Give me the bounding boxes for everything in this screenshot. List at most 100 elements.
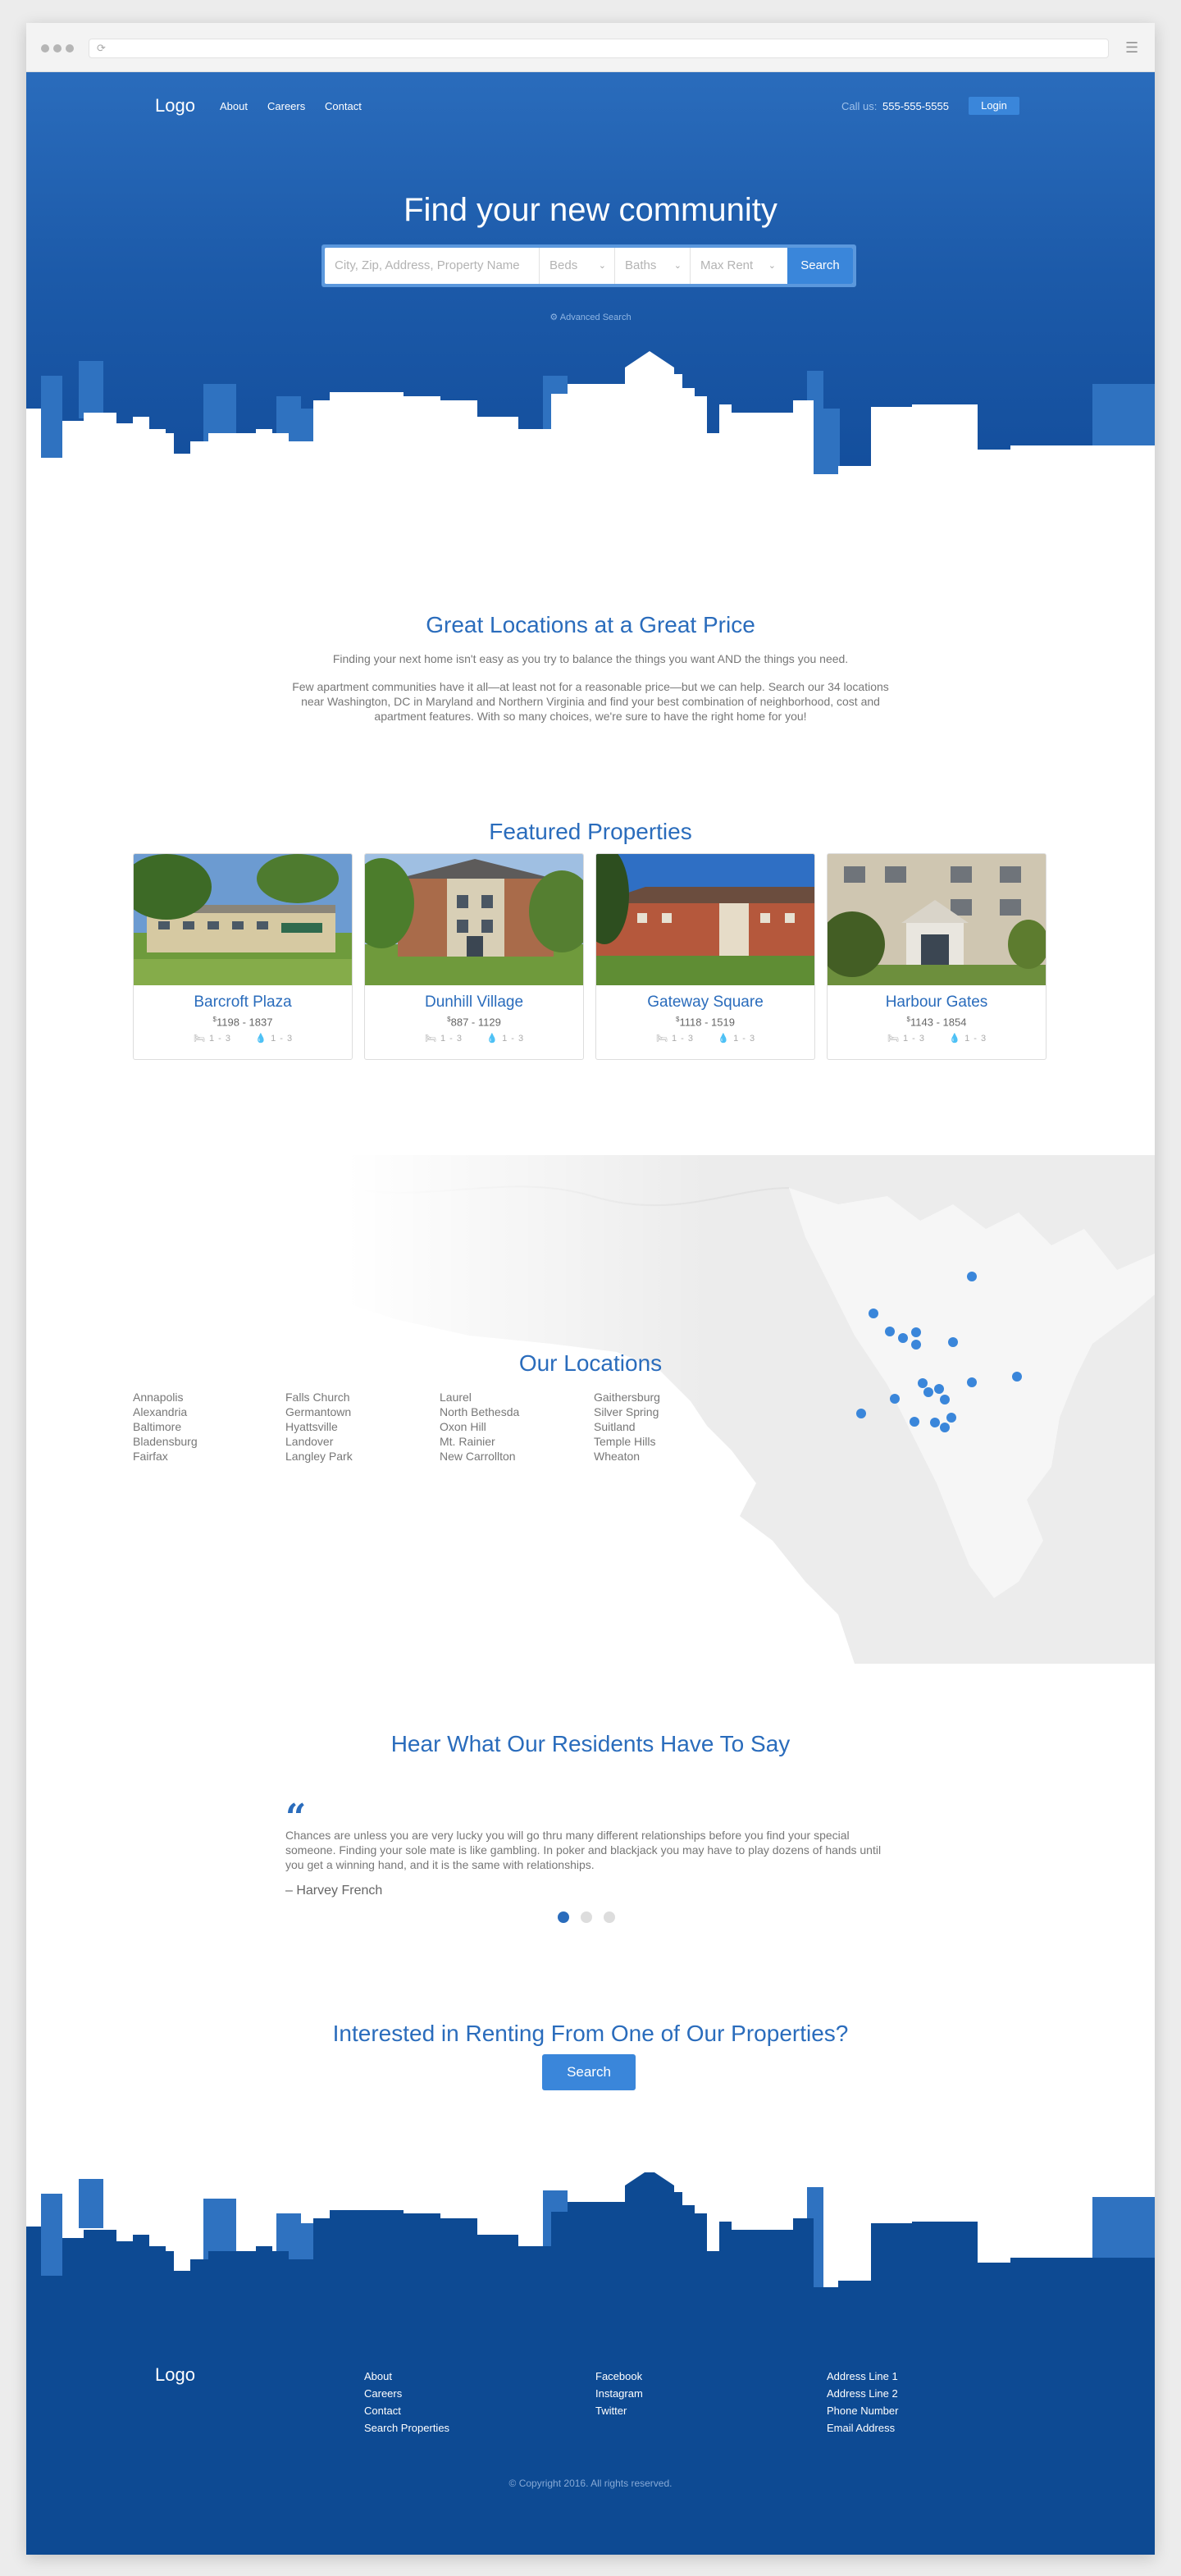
chevron-down-icon: ⌄: [673, 261, 682, 271]
property-card-harbour-gates[interactable]: Harbour Gates $1143 - 1854 🛏 1 - 3 💧 1 -…: [827, 853, 1046, 1060]
testimonials-title: Hear What Our Residents Have To Say: [390, 1731, 791, 1756]
footer-link-twitter[interactable]: Twitter: [595, 2402, 643, 2419]
footer-link-about[interactable]: About: [364, 2368, 449, 2385]
phone-number[interactable]: 555-555-5555: [882, 100, 949, 112]
property-card-dunhill-village[interactable]: Dunhill Village $887 - 1129 🛏 1 - 3 💧 1 …: [364, 853, 584, 1060]
hamburger-menu-icon[interactable]: ☰: [1125, 39, 1138, 56]
max-rent-select-label: Max Rent: [700, 258, 754, 272]
location-link[interactable]: Germantown: [285, 1404, 353, 1419]
property-card-barcroft-plaza[interactable]: Barcroft Plaza $1198 - 1837 🛏 1 - 3 💧 1 …: [133, 853, 353, 1060]
location-link[interactable]: Gaithersburg: [594, 1390, 660, 1404]
city-skyline-illustration: [26, 351, 1155, 528]
address-bar[interactable]: ⟳: [89, 39, 1109, 58]
location-link[interactable]: Silver Spring: [594, 1404, 660, 1419]
location-link[interactable]: New Carrollton: [440, 1449, 519, 1464]
carousel-dot-2[interactable]: [581, 1911, 592, 1923]
nav-link-contact[interactable]: Contact: [325, 100, 362, 112]
location-link[interactable]: Falls Church: [285, 1390, 353, 1404]
footer-logo[interactable]: Logo: [155, 2364, 195, 2386]
beds-range: 1 - 3: [208, 1034, 230, 1044]
window-control-minimize[interactable]: [53, 44, 62, 53]
intro-title: Great Locations at a Great Price: [426, 612, 755, 637]
chevron-down-icon: ⌄: [768, 261, 776, 271]
location-link[interactable]: Oxon Hill: [440, 1419, 519, 1434]
carousel-dot-3[interactable]: [604, 1911, 615, 1923]
bed-icon: 🛏: [655, 1034, 668, 1044]
location-link[interactable]: Hyattsville: [285, 1419, 353, 1434]
footer-skyline-background: [26, 2172, 1155, 2555]
nav-link-careers[interactable]: Careers: [267, 100, 305, 112]
featured-title: Featured Properties: [489, 819, 692, 844]
footer-address-column: Address Line 1 Address Line 2 Phone Numb…: [827, 2368, 898, 2437]
location-link[interactable]: Wheaton: [594, 1449, 660, 1464]
property-price: $887 - 1129: [365, 1016, 583, 1028]
bed-icon: 🛏: [887, 1034, 899, 1044]
chevron-down-icon: ⌄: [598, 261, 606, 271]
location-link[interactable]: Alexandria: [133, 1404, 198, 1419]
property-amenities: 🛏 1 - 3 💧 1 - 3: [365, 1033, 583, 1044]
property-price-range: 1118 - 1519: [679, 1016, 735, 1029]
property-price-range: 1143 - 1854: [910, 1016, 967, 1029]
property-name[interactable]: Barcroft Plaza: [134, 993, 352, 1012]
gear-icon: ⚙: [549, 313, 559, 322]
footer-link-contact[interactable]: Contact: [364, 2402, 449, 2419]
baths-range: 1 - 3: [502, 1034, 524, 1044]
locations-column-2: Falls Church Germantown Hyattsville Land…: [285, 1390, 353, 1464]
property-name[interactable]: Gateway Square: [596, 993, 814, 1012]
property-photo: [596, 854, 814, 985]
property-card-gateway-square[interactable]: Gateway Square $1118 - 1519 🛏 1 - 3 💧 1 …: [595, 853, 815, 1060]
beds-range: 1 - 3: [440, 1034, 462, 1044]
property-photo: [828, 854, 1046, 985]
property-name[interactable]: Dunhill Village: [365, 993, 583, 1012]
footer-link-careers[interactable]: Careers: [364, 2385, 449, 2402]
footer-link-search-properties[interactable]: Search Properties: [364, 2419, 449, 2437]
advanced-search-link[interactable]: ⚙ Advanced Search: [26, 312, 1155, 322]
property-price: $1198 - 1837: [134, 1016, 352, 1028]
login-button[interactable]: Login: [969, 97, 1019, 115]
locations-column-1: Annapolis Alexandria Baltimore Bladensbu…: [133, 1390, 198, 1464]
baths-range: 1 - 3: [733, 1034, 755, 1044]
footer-link-facebook[interactable]: Facebook: [595, 2368, 643, 2385]
location-link[interactable]: Annapolis: [133, 1390, 198, 1404]
footer-link-instagram[interactable]: Instagram: [595, 2385, 643, 2402]
hero-title: Find your new community: [404, 192, 777, 228]
beds-range: 1 - 3: [671, 1034, 693, 1044]
location-link[interactable]: Bladensburg: [133, 1434, 198, 1449]
property-price: $1143 - 1854: [828, 1016, 1046, 1028]
location-link[interactable]: Baltimore: [133, 1419, 198, 1434]
window-control-maximize[interactable]: [66, 44, 74, 53]
property-photo: [134, 854, 352, 985]
cta-title: Interested in Renting From One of Our Pr…: [332, 2021, 849, 2046]
location-link[interactable]: Fairfax: [133, 1449, 198, 1464]
carousel-dot-1[interactable]: [558, 1911, 569, 1923]
phone-number-text: Phone Number: [827, 2405, 899, 2417]
property-name[interactable]: Harbour Gates: [828, 993, 1046, 1012]
beds-select[interactable]: Beds ⌄: [540, 248, 615, 284]
droplet-icon: 💧: [486, 1034, 498, 1044]
reload-icon[interactable]: ⟳: [97, 42, 106, 55]
advanced-search-label: Advanced Search: [559, 313, 632, 322]
baths-select[interactable]: Baths ⌄: [615, 248, 691, 284]
location-link[interactable]: Suitland: [594, 1419, 660, 1434]
nav-link-about[interactable]: About: [220, 100, 248, 112]
cta-search-button[interactable]: Search: [542, 2054, 636, 2090]
browser-chrome: ⟳ ☰: [26, 23, 1155, 72]
property-amenities: 🛏 1 - 3 💧 1 - 3: [596, 1033, 814, 1044]
property-amenities: 🛏 1 - 3 💧 1 - 3: [134, 1033, 352, 1044]
browser-window: ⟳ ☰ Logo About Careers Contact Call us: …: [26, 23, 1155, 2555]
location-link[interactable]: Langley Park: [285, 1449, 353, 1464]
location-link[interactable]: North Bethesda: [440, 1404, 519, 1419]
window-control-close[interactable]: [41, 44, 49, 53]
location-link[interactable]: Mt. Rainier: [440, 1434, 519, 1449]
intro-paragraph-1: Finding your next home isn't easy as you…: [332, 652, 849, 665]
bed-icon: 🛏: [193, 1034, 205, 1044]
search-input[interactable]: City, Zip, Address, Property Name: [325, 248, 540, 284]
location-link[interactable]: Temple Hills: [594, 1434, 660, 1449]
location-link[interactable]: Laurel: [440, 1390, 519, 1404]
header-logo[interactable]: Logo: [155, 95, 195, 116]
beds-range: 1 - 3: [902, 1034, 924, 1044]
beds-select-label: Beds: [549, 258, 578, 272]
location-link[interactable]: Landover: [285, 1434, 353, 1449]
max-rent-select[interactable]: Max Rent ⌄: [691, 248, 787, 284]
search-button[interactable]: Search: [787, 248, 853, 284]
